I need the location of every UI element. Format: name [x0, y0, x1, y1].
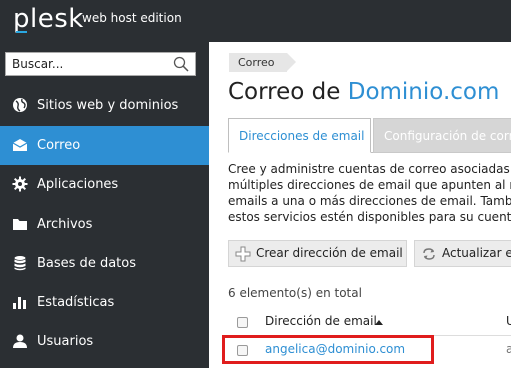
column-header-email[interactable]: Dirección de email: [265, 314, 377, 328]
item-count: 6 elemento(s) en total: [228, 286, 362, 300]
user-icon: [13, 334, 27, 348]
description-line: múltiples direcciones de email que apunt…: [228, 178, 511, 192]
refresh-icon: [423, 248, 435, 260]
breadcrumb-arrow: [286, 53, 296, 71]
create-email-label: Crear dirección de email: [256, 246, 403, 260]
plesk-logo[interactable]: plesk: [13, 4, 84, 34]
top-bar: plesk web host edition: [0, 0, 511, 42]
sidebar-item-label: Archivos: [37, 217, 93, 232]
mail-icon: [12, 139, 28, 151]
sidebar-item-files[interactable]: Archivos: [0, 205, 209, 244]
sort-ascending-icon[interactable]: [375, 320, 383, 325]
sidebar-item-databases[interactable]: Bases de datos: [0, 244, 209, 283]
create-email-button[interactable]: Crear dirección de email: [228, 240, 407, 267]
main-content: Correo Correo de Dominio.com Configuraci…: [209, 42, 511, 368]
sidebar-item-label: Aplicaciones: [37, 177, 119, 192]
description-line: emails a una o más direcciones de email.…: [228, 194, 511, 208]
description: Cree y administre cuentas de correo asoc…: [228, 161, 511, 225]
description-line: estos servicios estén disponibles para s…: [228, 210, 511, 224]
edition-label: web host edition: [82, 11, 182, 25]
add-icon: [235, 246, 251, 262]
table-header: Dirección de email U: [228, 308, 511, 336]
select-all-checkbox[interactable]: [237, 317, 248, 328]
search-icon[interactable]: [173, 56, 189, 72]
breadcrumb-item[interactable]: Correo: [238, 56, 275, 69]
sidebar-item-label: Usuarios: [37, 334, 94, 349]
column-header-u[interactable]: U: [506, 314, 511, 328]
search-input[interactable]: [12, 56, 162, 72]
breadcrumb[interactable]: Correo: [229, 53, 296, 72]
sidebar-item-label: Sitios web y dominios: [37, 98, 179, 113]
description-line: Cree y administre cuentas de correo asoc…: [228, 162, 511, 176]
folder-icon: [13, 219, 27, 230]
sidebar-item-users[interactable]: Usuarios: [0, 322, 209, 361]
gear-icon: [12, 176, 28, 192]
tab-mail-settings[interactable]: Configuración de corr: [373, 118, 511, 153]
sidebar: Sitios web y dominios Correo Aplicacione…: [0, 42, 209, 368]
bar-chart-icon: [13, 297, 26, 309]
sidebar-item-label: Estadísticas: [37, 295, 115, 310]
sidebar-item-label: Correo: [37, 138, 81, 153]
globe-icon: [13, 98, 27, 112]
sidebar-item-websites[interactable]: Sitios web y dominios: [0, 86, 209, 125]
sidebar-item-applications[interactable]: Aplicaciones: [0, 165, 209, 204]
highlight-box: [222, 335, 434, 364]
sidebar-item-label: Bases de datos: [37, 256, 136, 271]
sidebar-item-statistics[interactable]: Estadísticas: [0, 283, 209, 322]
tab-email-addresses[interactable]: Direcciones de email: [228, 118, 371, 153]
database-icon: [14, 256, 26, 271]
logo-accent: [16, 31, 27, 33]
sidebar-item-mail[interactable]: Correo: [0, 126, 209, 165]
update-label: Actualizar e: [442, 246, 511, 260]
page-title-prefix: Correo de: [228, 79, 348, 105]
row-extra-value: a: [506, 342, 511, 356]
page-title-domain[interactable]: Dominio.com: [348, 79, 500, 105]
update-button[interactable]: Actualizar e: [414, 240, 511, 267]
page-title: Correo de Dominio.com: [228, 78, 499, 106]
search-box[interactable]: [5, 52, 196, 76]
